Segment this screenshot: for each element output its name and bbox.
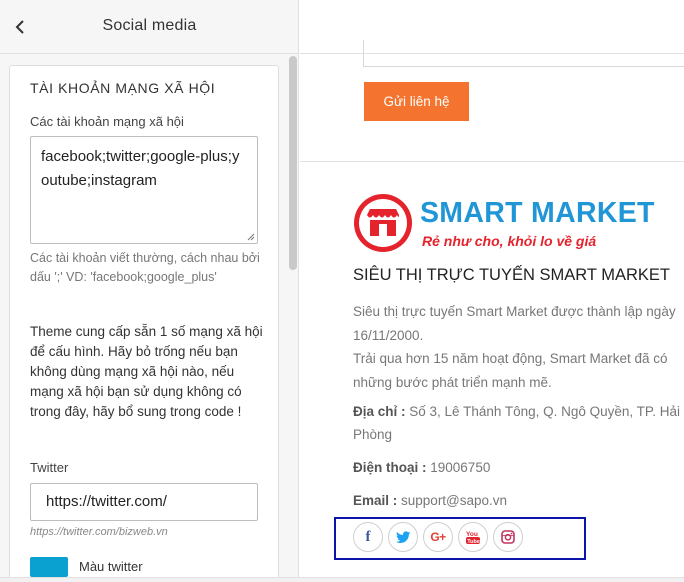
panel-title: Social media (102, 17, 197, 34)
email-value: support@sapo.vn (401, 493, 508, 508)
email-row: Email : support@sapo.vn (353, 489, 684, 512)
store-preview: Gửi liên hệ SMART MARKET Rẻ như cho, khỏ… (300, 0, 684, 582)
svg-text:Tube: Tube (467, 539, 480, 545)
send-contact-button[interactable]: Gửi liên hệ (364, 82, 469, 121)
youtube-icon: You Tube (466, 531, 480, 545)
address-row: Địa chỉ : Số 3, Lê Thánh Tông, Q. Ngô Qu… (353, 400, 684, 446)
instagram-icon (501, 530, 515, 544)
svg-text:You: You (466, 531, 478, 538)
accounts-textarea[interactable]: facebook;twitter;google-plus;youtube;ins… (30, 136, 258, 244)
google-plus-link[interactable]: G+ (423, 522, 453, 552)
twitter-icon (395, 530, 410, 543)
twitter-link[interactable] (388, 522, 418, 552)
about-line-1: Siêu thị trực tuyến Smart Market được th… (353, 304, 676, 343)
accounts-hint: Các tài khoản viết thường, cách nhau bởi… (30, 251, 260, 284)
brand-slogan: Rẻ như cho, khỏi lo về giá (422, 233, 597, 249)
bottom-border (0, 577, 684, 582)
instagram-link[interactable] (493, 522, 523, 552)
facebook-icon: f (365, 528, 371, 545)
resize-grip-icon[interactable] (247, 233, 255, 241)
store-about: Siêu thị trực tuyến Smart Market được th… (353, 300, 684, 394)
panel-scrollbar[interactable] (289, 56, 297, 270)
phone-row: Điện thoại : 19006750 (353, 456, 684, 479)
about-line-2: Trải qua hơn 15 năm hoạt động, Smart Mar… (353, 351, 668, 390)
phone-value: 19006750 (430, 460, 491, 475)
accounts-label: Các tài khoản mạng xã hội (30, 114, 184, 129)
brand-name: SMART MARKET (420, 197, 655, 229)
social-description: Theme cung cấp sẵn 1 số mạng xã hội để c… (30, 324, 263, 419)
facebook-link[interactable]: f (353, 522, 383, 552)
twitter-label: Twitter (30, 460, 69, 475)
address-label: Địa chỉ : (353, 404, 406, 419)
theme-editor: Social media TÀI KHOẢN MẠNG XÃ HỘI Các t… (0, 0, 684, 582)
twitter-url-hint: https://twitter.com/bizweb.vn (30, 526, 168, 538)
twitter-url-input[interactable]: https://twitter.com/ (30, 483, 258, 521)
accounts-value: facebook;twitter;google-plus;youtube;ins… (41, 148, 240, 189)
twitter-color-swatch[interactable] (30, 557, 68, 577)
panel-header: Social media (0, 0, 298, 54)
contact-message-field[interactable] (363, 40, 684, 67)
social-settings-card: TÀI KHOẢN MẠNG XÃ HỘI Các tài khoản mạng… (9, 65, 279, 582)
settings-panel: Social media TÀI KHOẢN MẠNG XÃ HỘI Các t… (0, 0, 299, 582)
youtube-link[interactable]: You Tube (458, 522, 488, 552)
smart-market-logo-icon (354, 194, 412, 252)
email-label: Email : (353, 493, 398, 508)
store-title: SIÊU THỊ TRỰC TUYẾN SMART MARKET (353, 266, 670, 284)
section-title: TÀI KHOẢN MẠNG XÃ HỘI (30, 80, 216, 96)
twitter-color-label: Màu twitter (79, 559, 143, 574)
footer-divider (300, 161, 684, 162)
google-plus-icon: G+ (430, 530, 446, 544)
social-links: f G+ You Tube (353, 522, 523, 552)
phone-label: Điện thoại : (353, 460, 427, 475)
